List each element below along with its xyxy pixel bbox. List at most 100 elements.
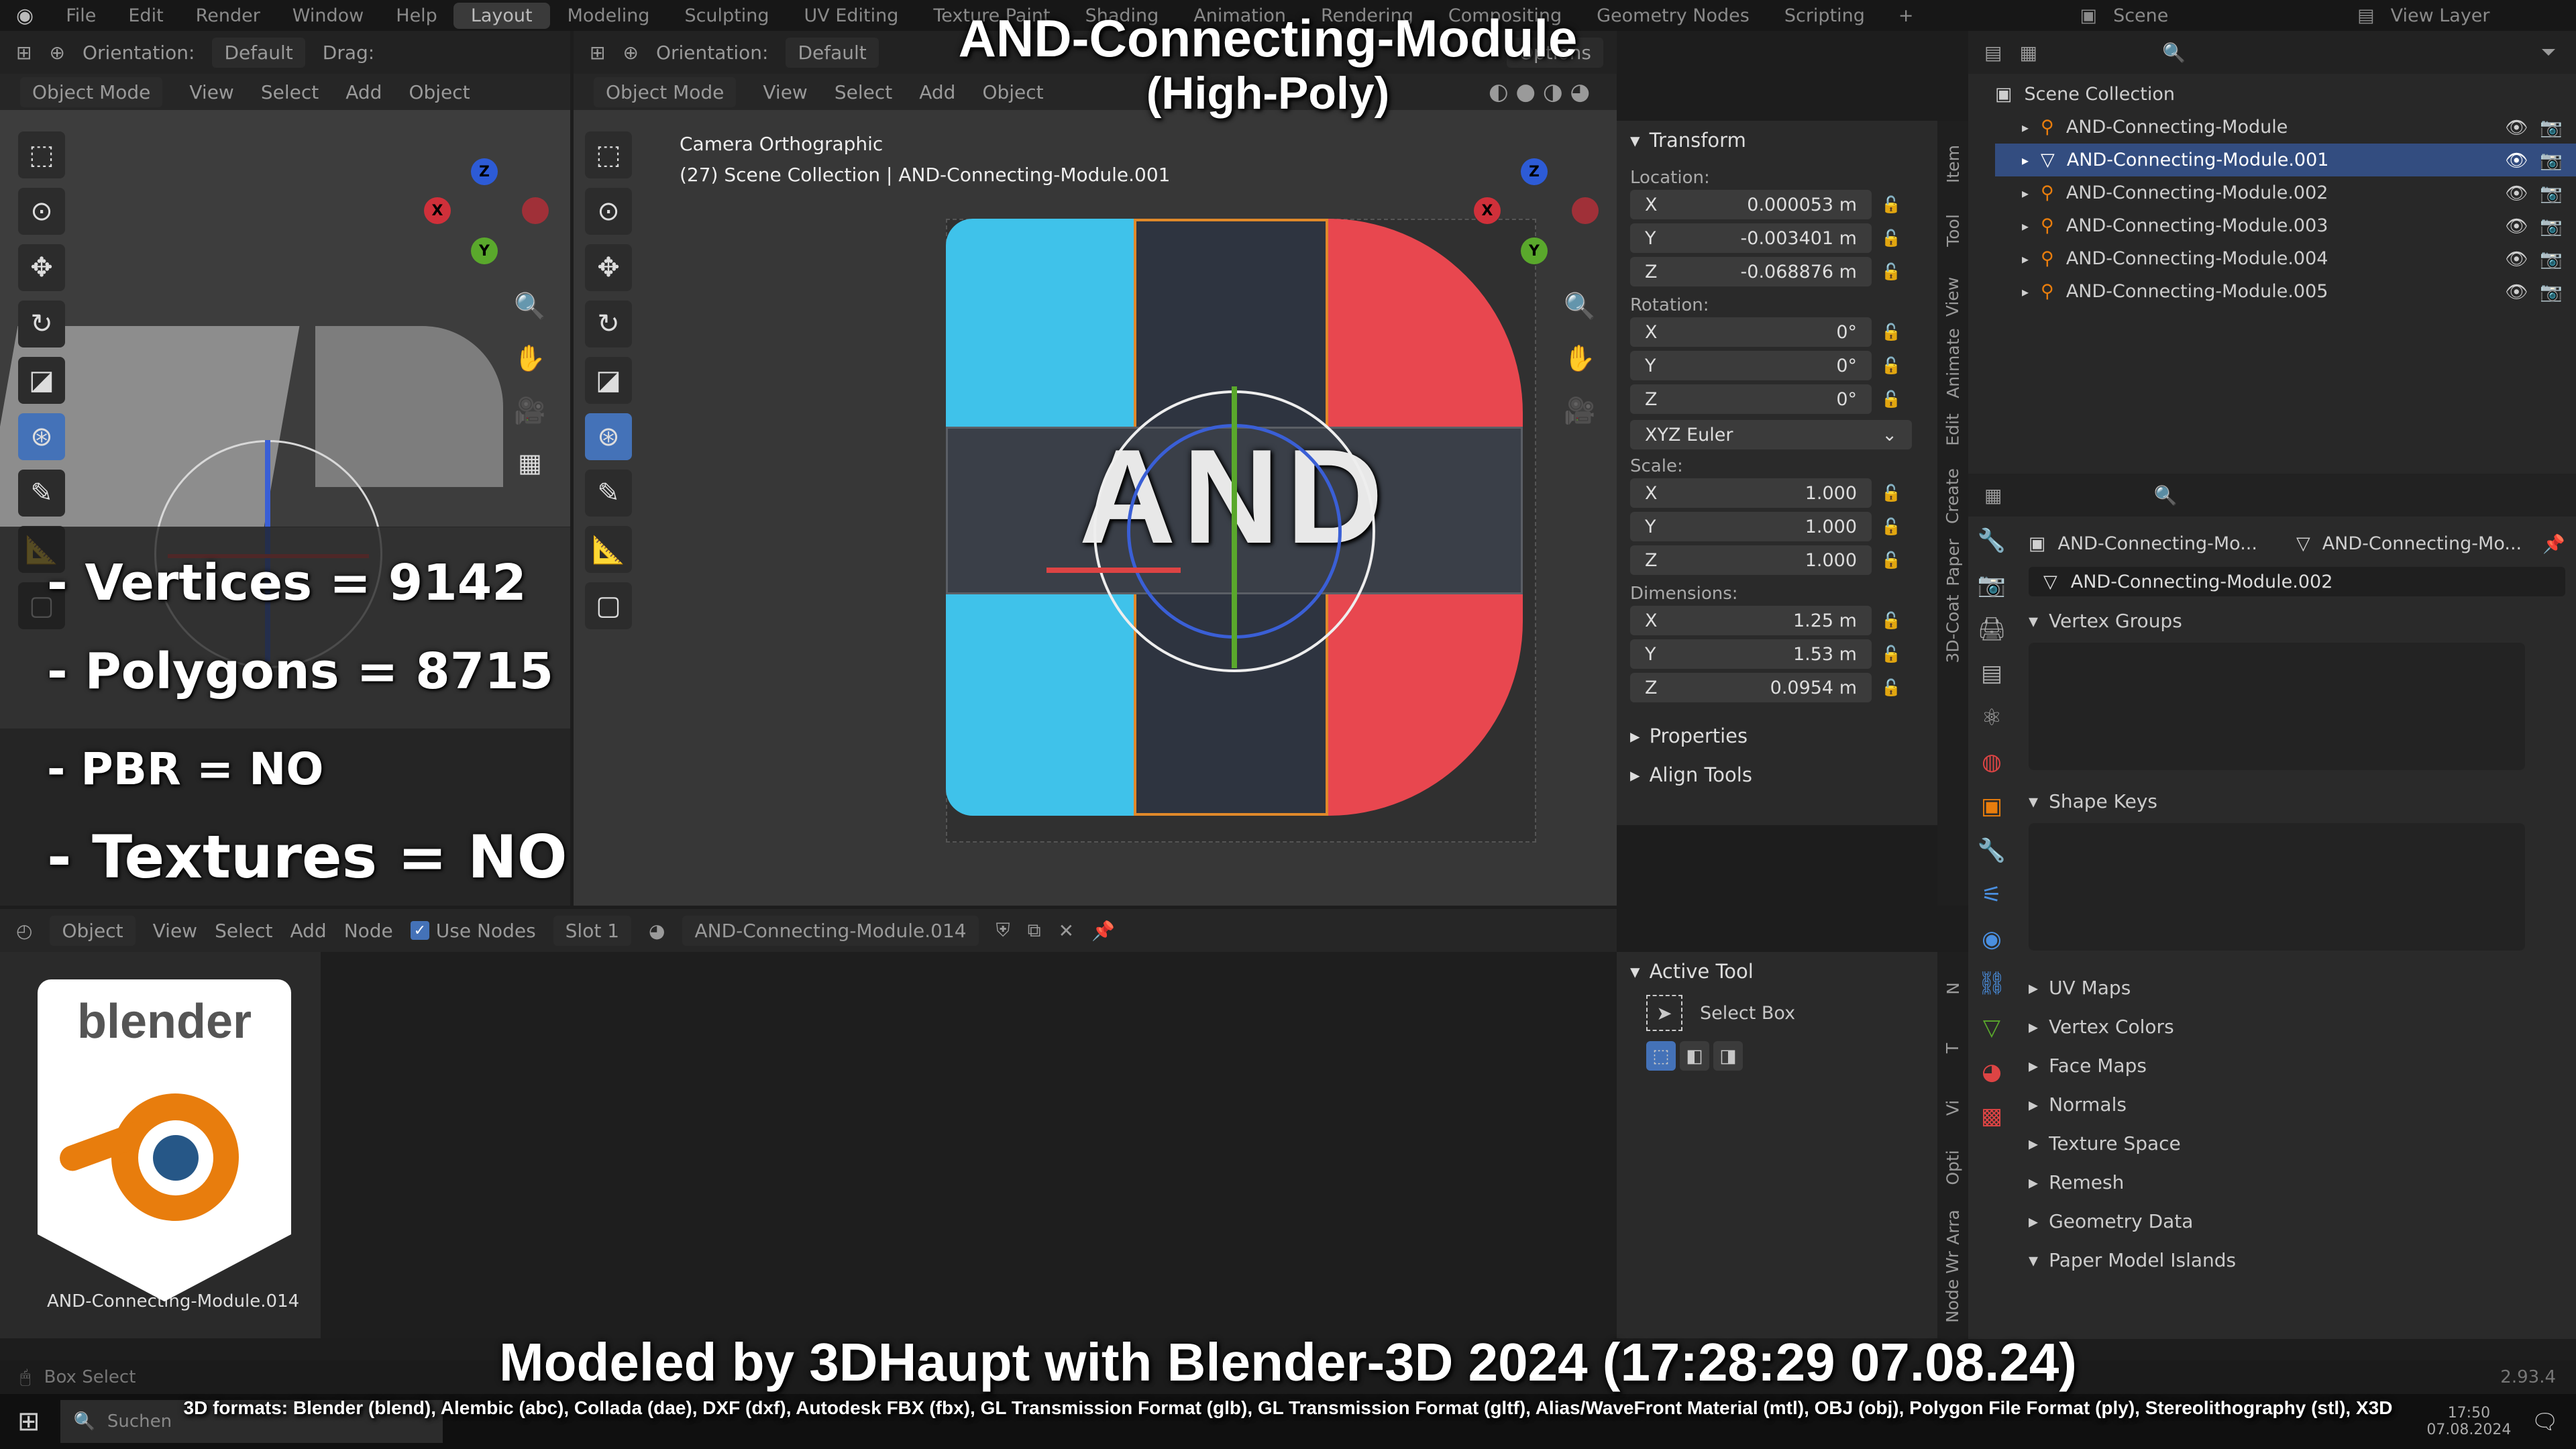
camera-icon[interactable]: 🎥 <box>510 390 550 431</box>
lock-icon[interactable]: 🔓 <box>1881 323 1901 341</box>
search-icon[interactable]: 🔍 <box>2162 42 2186 64</box>
outliner-item[interactable]: ▸ ⚲ AND-Connecting-Module 👁 📷 <box>1995 111 2576 144</box>
tab-t[interactable]: T <box>1943 1043 1963 1053</box>
use-nodes-checkbox[interactable]: ✓ Use Nodes <box>410 920 536 942</box>
pin-icon[interactable]: 📌 <box>2542 533 2565 555</box>
duplicate-icon[interactable]: ⧉ <box>1028 919 1041 942</box>
vertex-groups-list[interactable] <box>2029 643 2525 770</box>
select-subtract-icon[interactable]: ◨ <box>1713 1041 1743 1071</box>
properties-section[interactable]: ▾ Paper Model Islands <box>2029 1240 2565 1279</box>
select-box-tool[interactable]: ⬚ <box>585 131 632 178</box>
measure-tool[interactable]: 📐 <box>585 526 632 573</box>
texture-icon[interactable]: ▩ <box>1981 1103 2002 1130</box>
material-sphere-icon[interactable]: ◕ <box>649 920 665 942</box>
transform-tool[interactable]: ⊛ <box>585 413 632 460</box>
expand-icon[interactable]: ▸ <box>2022 152 2029 168</box>
menu-edit[interactable]: Edit <box>112 5 179 26</box>
visibility-eye-icon[interactable]: 👁 <box>2505 215 2528 237</box>
visibility-eye-icon[interactable]: 👁 <box>2505 281 2528 303</box>
rotation-mode-dropdown[interactable]: XYZ Euler ⌄ <box>1630 420 1912 449</box>
outliner-item[interactable]: ▸ ▽ AND-Connecting-Module.001 👁 📷 <box>1995 144 2576 176</box>
annotate-tool[interactable]: ✎ <box>18 470 65 517</box>
properties-subpanel[interactable]: ▸ Properties <box>1630 724 1924 747</box>
visibility-eye-icon[interactable]: 👁 <box>2505 182 2528 204</box>
menu-node[interactable]: Node <box>344 920 393 942</box>
properties-section[interactable]: ▸ Vertex Colors <box>2029 1007 2565 1046</box>
lock-icon[interactable]: 🔓 <box>1881 195 1901 214</box>
fake-user-icon[interactable]: ⛨ <box>996 919 1010 942</box>
select-new-icon[interactable]: ⬚ <box>1646 1041 1676 1071</box>
tab-create[interactable]: Create <box>1943 468 1963 524</box>
view-layer-label[interactable]: View Layer <box>2391 5 2490 26</box>
cursor-tool[interactable]: ⊙ <box>18 188 65 235</box>
dimensions-x-field[interactable]: X 1.25 m <box>1630 606 1872 635</box>
camera-icon[interactable]: 🎥 <box>1560 390 1600 431</box>
scale-z-field[interactable]: Z 1.000 <box>1630 545 1872 575</box>
scale-y-field[interactable]: Y 1.000 <box>1630 512 1872 541</box>
search-icon[interactable]: 🔍 <box>2153 484 2177 506</box>
menu-object[interactable]: Object <box>409 81 470 103</box>
material-name-field[interactable]: AND-Connecting-Module.014 <box>682 915 979 946</box>
outliner-item[interactable]: ▸ ⚲ AND-Connecting-Module.003 👁 📷 <box>1995 209 2576 242</box>
annotate-tool[interactable]: ✎ <box>585 470 632 517</box>
cursor-tool[interactable]: ⊙ <box>585 188 632 235</box>
render-camera-icon[interactable]: 📷 <box>2540 117 2563 138</box>
object-icon[interactable]: ▣ <box>1981 793 2002 820</box>
rotate-tool[interactable]: ↻ <box>18 301 65 347</box>
outliner-item[interactable]: ▸ ⚲ AND-Connecting-Module.002 👁 📷 <box>1995 176 2576 209</box>
material-icon[interactable]: ◕ <box>1982 1059 2002 1085</box>
render-camera-icon[interactable]: 📷 <box>2540 150 2563 171</box>
lock-icon[interactable]: 🔓 <box>1881 262 1901 281</box>
menu-view[interactable]: View <box>189 81 233 103</box>
render-camera-icon[interactable]: 📷 <box>2540 182 2563 204</box>
menu-view[interactable]: View <box>153 920 197 942</box>
transform-pivot-icon[interactable]: ⊕ <box>623 42 638 64</box>
object-mode-dropdown[interactable]: Object Mode <box>594 76 737 107</box>
tab-n[interactable]: N <box>1943 982 1962 995</box>
display-mode-icon[interactable]: ▦ <box>2019 42 2037 64</box>
tab-node-wrangler[interactable]: Node Wr <box>1943 1251 1963 1323</box>
vertex-groups-panel[interactable]: ▾ Vertex Groups <box>2029 610 2565 632</box>
lock-icon[interactable]: 🔓 <box>1881 551 1901 570</box>
orientation-dropdown[interactable]: Default <box>786 37 879 68</box>
editor-type-icon[interactable]: ▦ <box>1984 484 2002 506</box>
rotation-x-field[interactable]: X 0° <box>1630 317 1872 347</box>
menu-select[interactable]: Select <box>215 920 272 942</box>
menu-add[interactable]: Add <box>345 81 382 103</box>
visibility-eye-icon[interactable]: 👁 <box>2505 117 2528 138</box>
lock-icon[interactable]: 🔓 <box>1881 678 1901 697</box>
visibility-eye-icon[interactable]: 👁 <box>2505 150 2528 171</box>
location-z-field[interactable]: Z -0.068876 m <box>1630 257 1872 286</box>
lock-icon[interactable]: 🔓 <box>1881 611 1901 630</box>
pan-hand-icon[interactable]: ✋ <box>510 338 550 378</box>
render-camera-icon[interactable]: 📷 <box>2540 281 2563 303</box>
output-icon[interactable]: 🖨 <box>1977 616 2006 643</box>
lock-icon[interactable]: 🔓 <box>1881 356 1901 375</box>
properties-section[interactable]: ▸ Face Maps <box>2029 1046 2565 1085</box>
slot-dropdown[interactable]: Slot 1 <box>553 915 632 946</box>
tool-settings-icon[interactable]: 🔧 <box>1978 527 2006 554</box>
zoom-icon[interactable]: 🔍 <box>1560 286 1600 326</box>
location-y-field[interactable]: Y -0.003401 m <box>1630 223 1872 253</box>
menu-view[interactable]: View <box>763 81 807 103</box>
add-cube-tool[interactable]: ▢ <box>585 582 632 629</box>
move-tool[interactable]: ✥ <box>18 244 65 291</box>
lock-icon[interactable]: 🔓 <box>1881 517 1901 536</box>
shape-keys-panel[interactable]: ▾ Shape Keys <box>2029 790 2565 812</box>
render-camera-icon[interactable]: 📷 <box>2540 215 2563 237</box>
editor-type-icon[interactable]: ◴ <box>16 920 32 942</box>
outliner-item[interactable]: ▸ ⚲ AND-Connecting-Module.004 👁 📷 <box>1995 242 2576 275</box>
expand-icon[interactable]: ▸ <box>2022 185 2029 201</box>
transform-tool[interactable]: ⊛ <box>18 413 65 460</box>
pan-hand-icon[interactable]: ✋ <box>1560 338 1600 378</box>
tab-paper[interactable]: Paper <box>1943 539 1963 586</box>
outliner-item[interactable]: ▸ ⚲ AND-Connecting-Module.005 👁 📷 <box>1995 275 2576 308</box>
blender-menu-icon[interactable]: ◉ <box>0 4 50 28</box>
tab-arra[interactable]: Arra <box>1943 1210 1963 1245</box>
render-camera-icon[interactable]: 📷 <box>2540 248 2563 270</box>
move-tool[interactable]: ✥ <box>585 244 632 291</box>
properties-section[interactable]: ▸ Normals <box>2029 1085 2565 1124</box>
main-viewport[interactable]: ⊞ ⊕ Orientation: Default Options Object … <box>574 31 1617 906</box>
rotation-y-field[interactable]: Y 0° <box>1630 351 1872 380</box>
menu-help[interactable]: Help <box>380 5 453 26</box>
